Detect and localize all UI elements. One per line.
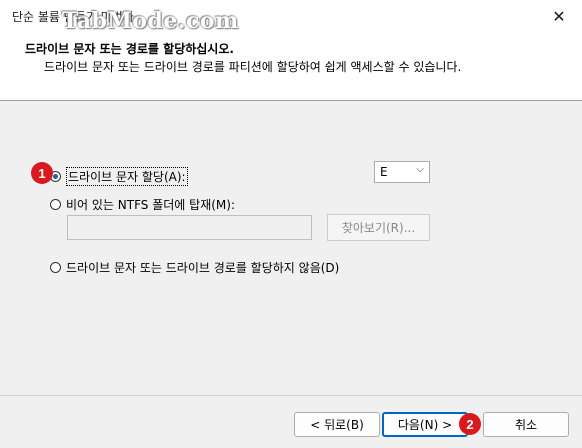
drive-letter-value: E xyxy=(380,165,388,179)
drive-letter-select[interactable]: E ⌵ xyxy=(374,161,430,183)
cancel-button[interactable]: 취소 xyxy=(483,412,569,437)
header-divider xyxy=(0,100,582,101)
no-assign-label: 드라이브 문자 또는 드라이브 경로를 할당하지 않음(D) xyxy=(66,261,340,275)
assign-letter-label: 드라이브 문자 할당(A): xyxy=(66,167,188,186)
radio-mount-folder[interactable]: 비어 있는 NTFS 폴더에 탑재(M): xyxy=(50,196,235,213)
next-button[interactable]: 다음(N) > xyxy=(382,412,468,437)
mount-path-input[interactable] xyxy=(67,215,312,240)
radio-assign-letter[interactable]: 드라이브 문자 할당(A): xyxy=(50,167,188,186)
radio-no-assign[interactable]: 드라이브 문자 또는 드라이브 경로를 할당하지 않음(D) xyxy=(50,259,339,276)
annotation-badge-2: 2 xyxy=(459,413,481,435)
wizard-header: 드라이브 문자 또는 경로를 할당하십시오. 드라이브 문자 또는 드라이브 경… xyxy=(0,34,582,100)
close-button[interactable]: ✕ xyxy=(536,0,582,32)
browse-button[interactable]: 찾아보기(R)... xyxy=(327,214,430,241)
back-button[interactable]: < 뒤로(B) xyxy=(294,412,380,437)
radio-button[interactable] xyxy=(50,262,61,273)
header-title: 드라이브 문자 또는 경로를 할당하십시오. xyxy=(25,42,234,56)
annotation-badge-1: 1 xyxy=(31,162,53,184)
cancel-button-label: 취소 xyxy=(514,418,538,432)
mount-folder-label: 비어 있는 NTFS 폴더에 탑재(M): xyxy=(66,198,235,212)
wizard-window: 단순 볼륨 만들기 마법사 TabMode.com ✕ 드라이브 문자 또는 경… xyxy=(0,0,582,448)
radio-button[interactable] xyxy=(50,199,61,210)
footer-divider xyxy=(0,395,582,396)
browse-label: 찾아보기(R)... xyxy=(341,221,416,235)
chevron-down-icon: ⌵ xyxy=(416,164,424,175)
title-bar: 단순 볼륨 만들기 마법사 TabMode.com ✕ xyxy=(0,0,582,34)
header-subtitle: 드라이브 문자 또는 드라이브 경로를 파티션에 할당하여 쉽게 액세스할 수 … xyxy=(44,60,462,74)
close-icon: ✕ xyxy=(552,6,566,26)
back-button-label: < 뒤로(B) xyxy=(310,418,364,432)
watermark: TabMode.com xyxy=(62,8,239,34)
next-button-label: 다음(N) > xyxy=(397,418,453,432)
